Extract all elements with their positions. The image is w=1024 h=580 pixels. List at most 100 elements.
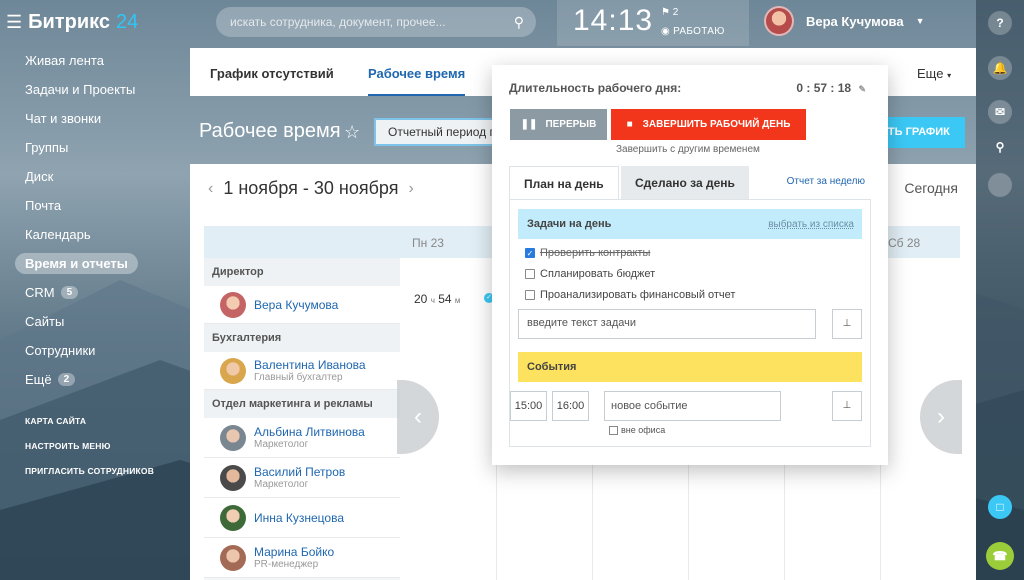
work-status: ◉ РАБОТАЮ (661, 26, 725, 37)
week-report-link[interactable]: Отчет за неделю (787, 176, 865, 187)
search-icon[interactable]: ⚲ (988, 135, 1012, 159)
task-checkbox[interactable] (525, 290, 535, 300)
tab-more-label: Еще (917, 66, 944, 81)
tab-more[interactable]: Еще ▾ (917, 66, 951, 81)
break-button[interactable]: ❚❚ ПЕРЕРЫВ (510, 109, 607, 140)
task-item[interactable]: ✓ Проверить контракты (525, 247, 650, 259)
avatar[interactable] (764, 6, 794, 36)
employee-row[interactable]: Марина Бойко PR-менеджер (204, 538, 400, 578)
bell-icon[interactable]: 🔔 (988, 56, 1012, 80)
duration-value-text: 0 : 57 : 18 (796, 81, 852, 95)
finish-day-button[interactable]: ■ ЗАВЕРШИТЬ РАБОЧИЙ ДЕНЬ (611, 109, 806, 140)
employee-name[interactable]: Инна Кузнецова (254, 511, 344, 525)
search-icon[interactable]: ⚲ (514, 14, 524, 31)
sidebar-item[interactable]: Чат и звонки (0, 104, 190, 133)
employee-name[interactable]: Марина Бойко (254, 545, 334, 559)
out-of-office-checkbox[interactable] (609, 425, 618, 435)
today-button[interactable]: Сегодня (904, 180, 958, 196)
department-row: Отдел маркетинга и рекламы (204, 390, 400, 418)
work-clock[interactable]: 14:13 ⚑ 2 ◉ РАБОТАЮ (557, 0, 749, 46)
tab-plan[interactable]: План на день (509, 166, 619, 200)
employee-position: Главный бухгалтер (254, 372, 343, 383)
edit-icon[interactable]: ✎ (858, 84, 866, 94)
event-end-time[interactable]: 16:00 (552, 391, 589, 421)
sidebar-item[interactable]: Ещё 2 (0, 365, 190, 394)
top-header: ☰ Битрикс 24 ⚲ 14:13 ⚑ 2 ◉ РАБОТАЮ Вера … (0, 0, 976, 46)
task-item[interactable]: Проанализировать финансовый отчет (525, 289, 735, 301)
flag-counter: ⚑ 2 (661, 7, 678, 18)
employee-row[interactable]: Валентина Иванова Главный бухгалтер (204, 352, 400, 390)
search-bar[interactable]: ⚲ (216, 7, 536, 37)
sidebar-item[interactable]: Календарь (0, 220, 190, 249)
sidebar-item[interactable]: CRM 5 (0, 278, 190, 307)
page-title: Рабочее время (199, 120, 341, 142)
choose-from-list-link[interactable]: выбрать из списка (768, 219, 854, 230)
sidebar-link[interactable]: КАРТА САЙТА (0, 408, 190, 433)
chevron-down-icon[interactable]: ▼ (916, 16, 925, 26)
period-filter[interactable]: Отчетный период п (374, 118, 494, 146)
sidebar-item-label: Сотрудники (25, 343, 96, 358)
star-icon[interactable]: ☆ (344, 122, 360, 143)
search-input[interactable] (230, 15, 500, 29)
employee-row[interactable]: Василий Петров Маркетолог (204, 458, 400, 498)
sidebar-item[interactable]: Диск (0, 162, 190, 191)
worked-time-cell[interactable]: 20 ч 54 м (414, 292, 460, 306)
logo[interactable]: ☰ Битрикс 24 (6, 11, 138, 34)
sidebar-item[interactable]: Сотрудники (0, 336, 190, 365)
employee-name[interactable]: Василий Петров (254, 465, 345, 479)
sidebar-item[interactable]: Сайты (0, 307, 190, 336)
chat-icon[interactable]: ✉ (988, 100, 1012, 124)
sidebar-link[interactable]: НАСТРОИТЬ МЕНЮ (0, 433, 190, 458)
event-start-time[interactable]: 15:00 (510, 391, 547, 421)
task-input[interactable]: введите текст задачи (518, 309, 816, 339)
menu-icon[interactable]: ☰ (6, 12, 22, 33)
employee-row[interactable]: Альбина Литвинова Маркетолог (204, 418, 400, 458)
finish-other-time-link[interactable]: Завершить с другим временем (616, 144, 760, 155)
avatar[interactable] (988, 173, 1012, 197)
employee-row[interactable]: Инна Кузнецова (204, 498, 400, 538)
task-text: Проверить контракты (540, 247, 651, 259)
sidebar-item-label: Почта (25, 198, 62, 213)
help-icon[interactable]: ? (988, 11, 1012, 35)
employee-position: PR-менеджер (254, 559, 319, 570)
sidebar-item-label: Задачи и Проекты (25, 82, 136, 97)
tab-absence[interactable]: График отсутствий (210, 66, 334, 81)
employee-name[interactable]: Альбина Литвинова (254, 425, 365, 439)
employee-position: Маркетолог (254, 439, 309, 450)
task-text: Проанализировать финансовый отчет (540, 289, 736, 301)
employee-name[interactable]: Вера Кучумова (254, 298, 338, 312)
task-checkbox[interactable] (525, 269, 535, 279)
out-of-office-label: вне офиса (621, 425, 666, 435)
duration-value: 0 : 57 : 18 ✎ (796, 81, 866, 95)
document-icon[interactable]: □ (988, 495, 1012, 519)
task-checkbox[interactable]: ✓ (525, 248, 535, 258)
cell-minutes-unit: м (454, 296, 461, 305)
employee-column-header (204, 226, 400, 258)
employee-row[interactable]: Вера Кучумова (204, 286, 400, 324)
sidebar-item[interactable]: Почта (0, 191, 190, 220)
sidebar-item-label: Время и отчеты (15, 253, 138, 274)
day-header-sat: Сб 28 (888, 236, 921, 250)
tab-done[interactable]: Сделано за день (621, 166, 749, 200)
sidebar-item[interactable]: Группы (0, 133, 190, 162)
task-item[interactable]: Спланировать бюджет (525, 268, 655, 280)
user-menu[interactable]: Вера Кучумова ▼ (764, 6, 925, 36)
user-name[interactable]: Вера Кучумова (806, 14, 904, 29)
tab-worktime[interactable]: Рабочее время (368, 66, 466, 96)
sidebar-link[interactable]: ПРИГЛАСИТЬ СОТРУДНИКОВ (0, 458, 190, 483)
out-of-office-toggle[interactable]: вне офиса (609, 425, 665, 435)
avatar (220, 424, 246, 451)
add-event-button[interactable]: ⊥ (832, 391, 862, 421)
sidebar-item[interactable]: Время и отчеты (0, 249, 190, 278)
tasks-header: Задачи на день выбрать из списка (518, 209, 862, 239)
sidebar-item[interactable]: Живая лента (0, 46, 190, 75)
event-name-input[interactable]: новое событие (604, 391, 781, 421)
employee-column: Директор Вера Кучумова Бухгалтерия Вален… (204, 226, 400, 580)
chevron-right-icon[interactable]: › (409, 180, 414, 198)
chevron-left-icon[interactable]: ‹ (208, 180, 213, 198)
add-task-button[interactable]: ⊥ (832, 309, 862, 339)
sidebar-item[interactable]: Задачи и Проекты (0, 75, 190, 104)
employee-name[interactable]: Валентина Иванова (254, 358, 366, 372)
phone-icon[interactable]: ☎ (986, 542, 1014, 570)
